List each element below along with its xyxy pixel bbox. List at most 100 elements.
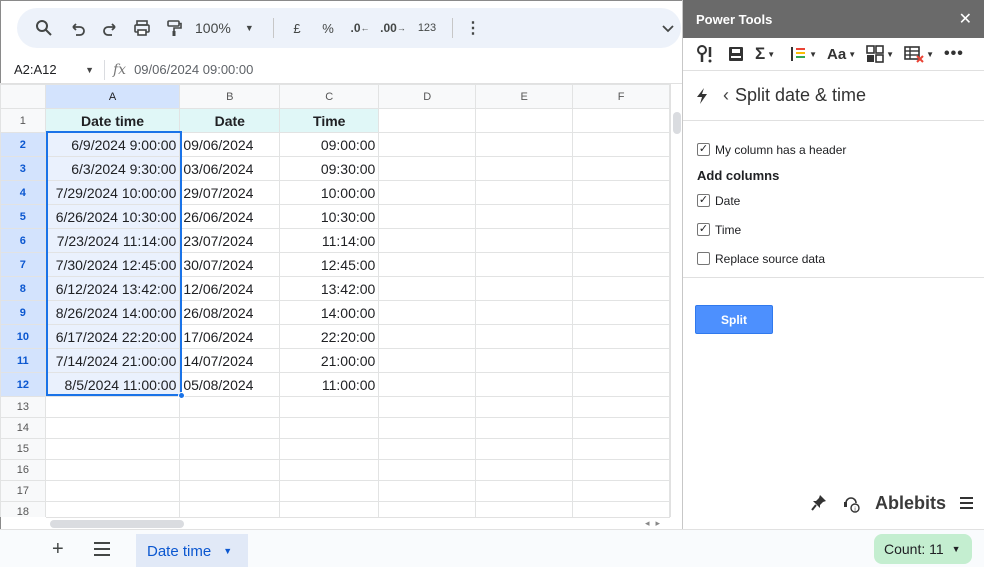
cell[interactable]	[179, 459, 281, 481]
bolt-icon[interactable]	[695, 87, 709, 105]
add-sheet-button[interactable]: +	[52, 539, 64, 559]
cell-date[interactable]: 09/06/2024	[179, 132, 281, 157]
cell-date[interactable]: 26/08/2024	[179, 300, 281, 325]
column-header-f[interactable]: F	[572, 84, 670, 109]
cell[interactable]	[572, 228, 670, 253]
more-vert-icon[interactable]: ⋮	[461, 12, 485, 44]
cell-b1[interactable]: Date	[179, 108, 281, 133]
collapse-toolbar-icon[interactable]	[655, 12, 681, 44]
cell[interactable]	[179, 438, 281, 460]
cell-datetime[interactable]: 6/17/2024 22:20:00	[44, 324, 181, 349]
support-icon[interactable]: i	[841, 493, 861, 513]
cell[interactable]	[475, 324, 574, 349]
checkbox-checked-icon[interactable]: ✓	[697, 194, 710, 207]
cell[interactable]	[378, 348, 477, 373]
cell-date[interactable]: 12/06/2024	[179, 276, 281, 301]
cell-datetime[interactable]: 6/26/2024 10:30:00	[44, 204, 181, 229]
cell[interactable]	[378, 417, 477, 439]
cell-date[interactable]: 17/06/2024	[179, 324, 281, 349]
cell[interactable]	[378, 501, 477, 517]
paint-format-icon[interactable]	[159, 12, 189, 44]
cell[interactable]	[572, 156, 670, 181]
row-header[interactable]: 5	[0, 204, 46, 229]
cell[interactable]	[378, 252, 477, 277]
cell[interactable]	[279, 459, 380, 481]
cell[interactable]	[475, 276, 574, 301]
cell[interactable]	[378, 300, 477, 325]
cell[interactable]	[475, 300, 574, 325]
select-all-corner[interactable]	[0, 84, 46, 109]
cell[interactable]	[279, 501, 380, 517]
cell-datetime[interactable]: 6/9/2024 9:00:00	[44, 132, 181, 157]
cell-datetime[interactable]: 7/23/2024 11:14:00	[44, 228, 181, 253]
cell[interactable]	[475, 180, 574, 205]
vertical-scrollbar[interactable]	[670, 84, 682, 517]
row-header[interactable]: 8	[0, 276, 46, 301]
cell-time[interactable]: 10:00:00	[279, 180, 380, 205]
cell[interactable]	[475, 372, 574, 397]
cell[interactable]	[378, 438, 477, 460]
cell-date[interactable]: 14/07/2024	[179, 348, 281, 373]
cell-time[interactable]: 21:00:00	[279, 348, 380, 373]
data-icon[interactable]	[723, 41, 749, 67]
scroll-thumb[interactable]	[50, 520, 184, 528]
layout-icon[interactable]: ▼	[862, 41, 898, 67]
cell[interactable]	[475, 348, 574, 373]
scroll-arrows-icon[interactable]: ◂▸	[645, 518, 666, 529]
search-icon[interactable]	[31, 12, 57, 44]
sum-icon[interactable]: Σ ▼	[751, 41, 779, 67]
cell[interactable]	[572, 459, 670, 481]
cell[interactable]	[572, 132, 670, 157]
cell[interactable]	[279, 396, 380, 418]
row-header[interactable]: 16	[0, 459, 46, 481]
more-formats-button[interactable]: 123	[410, 12, 444, 44]
cell[interactable]	[179, 480, 281, 502]
cell-date[interactable]: 23/07/2024	[179, 228, 281, 253]
cell[interactable]	[378, 204, 477, 229]
cell[interactable]	[378, 372, 477, 397]
cell-datetime[interactable]: 6/12/2024 13:42:00	[44, 276, 181, 301]
cell-datetime[interactable]: 7/30/2024 12:45:00	[44, 252, 181, 277]
cell[interactable]	[44, 396, 181, 418]
cell[interactable]	[378, 132, 477, 157]
cell[interactable]	[179, 417, 281, 439]
cell-time[interactable]: 13:42:00	[279, 276, 380, 301]
cell-time[interactable]: 09:30:00	[279, 156, 380, 181]
cell[interactable]	[378, 156, 477, 181]
cell-datetime[interactable]: 7/29/2024 10:00:00	[44, 180, 181, 205]
all-sheets-menu-icon[interactable]	[94, 542, 110, 560]
cell-c1[interactable]: Time	[279, 108, 380, 133]
option-has-header[interactable]: ✓ My column has a header	[697, 135, 970, 164]
cell[interactable]	[572, 417, 670, 439]
cell-time[interactable]: 22:20:00	[279, 324, 380, 349]
cell[interactable]	[378, 396, 477, 418]
cell[interactable]	[475, 501, 574, 517]
text-case-icon[interactable]: Aa ▼	[823, 41, 860, 67]
row-header[interactable]: 9	[0, 300, 46, 325]
cell-datetime[interactable]: 7/14/2024 21:00:00	[44, 348, 181, 373]
row-header[interactable]: 2	[0, 132, 46, 157]
cell-time[interactable]: 11:14:00	[279, 228, 380, 253]
more-horiz-icon[interactable]: •••	[940, 41, 968, 67]
cell[interactable]	[475, 438, 574, 460]
cell[interactable]	[179, 501, 281, 517]
cell[interactable]	[378, 480, 477, 502]
column-header-c[interactable]: C	[279, 84, 380, 109]
redo-icon[interactable]	[95, 12, 125, 44]
cell[interactable]	[572, 252, 670, 277]
cell[interactable]	[572, 480, 670, 502]
option-replace-source[interactable]: Replace source data	[697, 244, 970, 273]
cell-datetime[interactable]: 8/5/2024 11:00:00	[44, 372, 181, 397]
clear-table-icon[interactable]: ▼	[900, 41, 938, 67]
cell[interactable]	[475, 417, 574, 439]
menu-icon[interactable]	[960, 494, 973, 512]
pin-icon[interactable]	[811, 494, 827, 512]
text-spacing-icon[interactable]: ▼	[785, 41, 821, 67]
cell[interactable]	[279, 417, 380, 439]
close-icon[interactable]: ✕	[959, 9, 972, 29]
row-header[interactable]: 12	[0, 372, 46, 397]
row-header[interactable]: 11	[0, 348, 46, 373]
row-header[interactable]: 18	[0, 501, 46, 517]
cell-time[interactable]: 11:00:00	[279, 372, 380, 397]
zoom-select[interactable]: 100% ▼	[195, 12, 265, 44]
